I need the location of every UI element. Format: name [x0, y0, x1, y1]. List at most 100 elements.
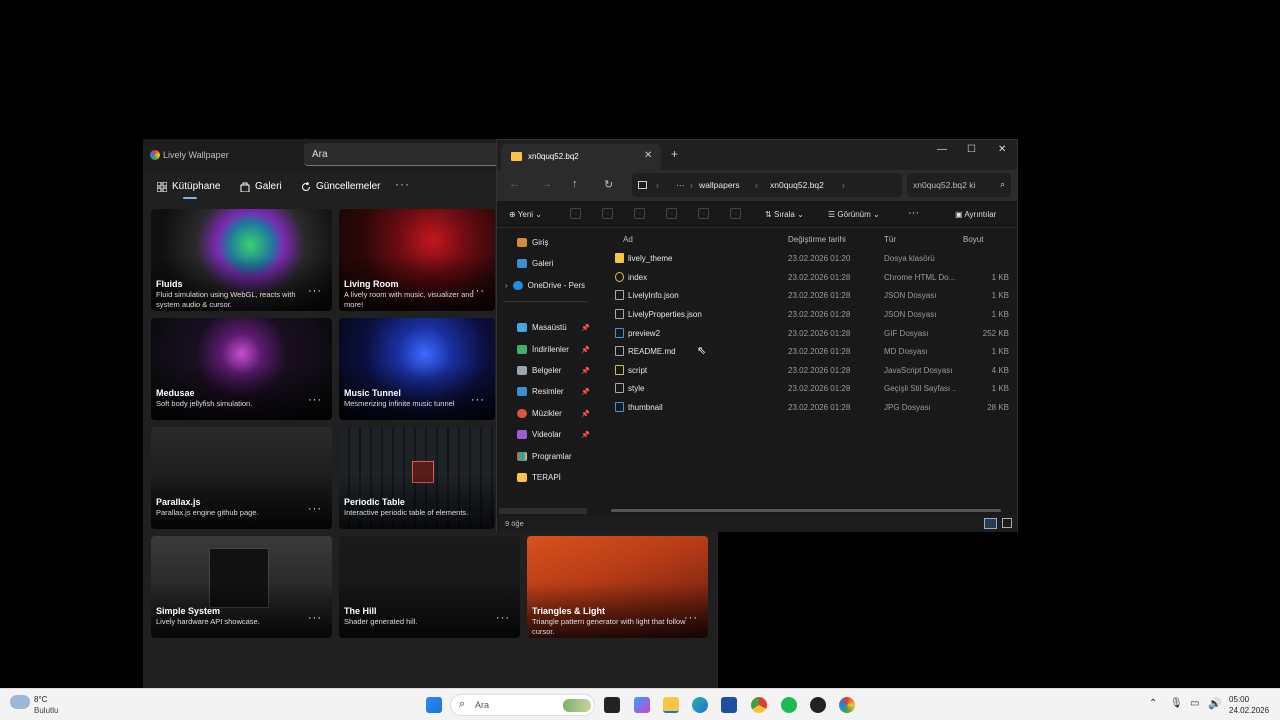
sidebar-scrollbar[interactable] — [499, 508, 587, 514]
lively-app-title: Lively Wallpaper — [163, 150, 229, 160]
tab-library[interactable]: Kütüphane — [157, 181, 220, 192]
view-button[interactable]: ☰ Görünüm ⌄ — [828, 210, 880, 219]
card-title: Music Tunnel — [344, 388, 401, 398]
breadcrumb-wallpapers[interactable]: wallpapers — [699, 180, 740, 190]
new-button[interactable]: ⊕ Yeni ⌄ — [509, 210, 542, 219]
more-options-button[interactable]: ··· — [908, 207, 919, 219]
chrome-icon[interactable] — [751, 697, 767, 713]
sidebar-item-gallery[interactable]: Galeri — [517, 259, 553, 268]
paste-icon — [634, 208, 645, 219]
refresh-icon — [302, 181, 310, 191]
desktop-icon — [517, 323, 527, 332]
file-row[interactable]: LivelyInfo.json 23.02.2026 01:28 JSON Dosy… — [599, 286, 1017, 304]
store-icon[interactable] — [721, 697, 737, 713]
file-row[interactable]: style 23.02.2026 01:28 Geçişli Stil Sayfas… — [599, 379, 1017, 397]
explorer-tab[interactable]: xn0quq52.bq2 ✕ — [501, 144, 661, 170]
breadcrumb-current[interactable]: xn0quq52.bq2 — [770, 180, 824, 190]
status-bar: 9 öğe — [497, 515, 1017, 532]
maximize-button[interactable]: ☐ — [967, 144, 976, 155]
tab-updates[interactable]: Güncellemeler — [301, 181, 380, 192]
video-icon — [517, 430, 527, 439]
address-bar[interactable]: › ··· › wallpapers › xn0quq52.bq2 › — [632, 173, 902, 197]
sidebar-item-downloads[interactable]: İndirilenler — [517, 345, 569, 354]
sidebar-item-terapi[interactable]: TERAPİ — [517, 473, 561, 482]
sidebar-item-documents[interactable]: Belgeler — [517, 366, 561, 375]
close-button[interactable]: ✕ — [998, 144, 1006, 155]
explorer-search-input[interactable]: xn0quq52.bq2 ki ⌕ — [907, 173, 1011, 197]
file-row[interactable]: lively_theme 23.02.2026 01:20 Dosya klasör… — [599, 249, 1017, 267]
sidebar-item-music[interactable]: Müzikler — [517, 409, 562, 418]
microphone-icon[interactable]: 🎙 — [1170, 698, 1183, 709]
sidebar-item-videos[interactable]: Videolar — [517, 430, 561, 439]
file-row[interactable]: thumbnail 23.02.2026 01:28 JPG Dosyası 28 K… — [599, 398, 1017, 416]
file-row[interactable]: preview2 23.02.2026 01:28 GIF Dosyası 252 K… — [599, 324, 1017, 342]
volume-icon[interactable]: 🔊 — [1208, 697, 1222, 710]
card-more-button[interactable]: ··· — [471, 394, 485, 406]
spotify-icon[interactable] — [781, 697, 797, 713]
clock-time[interactable]: 05:00 — [1229, 695, 1249, 704]
sidebar-item-onedrive[interactable]: › OneDrive - Pers — [505, 281, 585, 290]
minimize-button[interactable]: — — [937, 144, 947, 155]
weather-temp[interactable]: 8°C — [34, 695, 47, 704]
column-type[interactable]: Tür — [884, 235, 896, 244]
file-row[interactable]: README.md 23.02.2026 01:28 MD Dosyası 1 KB — [599, 342, 1017, 360]
taskbar: 8°C Bulutlu ⌕ Ara ⌃ 🎙 ▭ 🔊 05:00 24.02.20… — [0, 688, 1280, 720]
close-tab-icon[interactable]: ✕ — [644, 150, 652, 161]
card-more-button[interactable]: ··· — [684, 612, 698, 624]
up-button[interactable]: ↑ — [572, 178, 578, 190]
network-icon[interactable]: ▭ — [1190, 698, 1199, 709]
details-pane-button[interactable]: ▣ Ayrıntılar — [955, 210, 996, 219]
wallpaper-card[interactable]: Music Tunnel Mesmerizing infinite music … — [339, 318, 495, 420]
wallpaper-card[interactable]: Medusae Soft body jellyfish simulation. … — [151, 318, 332, 420]
sidebar-item-pictures[interactable]: Resimler — [517, 387, 564, 396]
wallpaper-card[interactable]: Parallax.js Parallax.js engine github pa… — [151, 427, 332, 529]
card-more-button[interactable]: ··· — [471, 285, 485, 297]
task-view-icon[interactable] — [604, 697, 620, 713]
chevron-up-icon[interactable]: ⌃ — [1149, 698, 1157, 709]
taskbar-search[interactable]: ⌕ Ara — [450, 694, 595, 716]
file-row[interactable]: index 23.02.2026 01:28 Chrome HTML Do... 1 … — [599, 268, 1017, 286]
file-row[interactable]: script 23.02.2026 01:28 JavaScript Dosyası… — [599, 361, 1017, 379]
column-name[interactable]: Ad — [623, 235, 633, 244]
card-more-button[interactable]: ··· — [496, 612, 510, 624]
wallpaper-card[interactable]: Simple System Lively hardware API showca… — [151, 536, 332, 638]
new-tab-button[interactable]: + — [671, 147, 678, 161]
sidebar-item-home[interactable]: Giriş — [517, 238, 548, 247]
file-row[interactable]: LivelyProperties.json 23.02.2026 01:28 JSO… — [599, 305, 1017, 323]
wallpaper-card[interactable]: Periodic Table Interactive periodic tabl… — [339, 427, 495, 529]
card-more-button[interactable]: ··· — [308, 285, 322, 297]
tiles-view-button[interactable] — [1002, 518, 1012, 528]
lively-search-input[interactable]: Ara — [304, 143, 504, 166]
edge-icon[interactable] — [692, 697, 708, 713]
sidebar-item-programs[interactable]: Programlar — [517, 452, 572, 461]
file-explorer-icon[interactable] — [663, 697, 679, 713]
card-more-button[interactable]: ··· — [308, 503, 322, 515]
column-size[interactable]: Boyut — [963, 235, 983, 244]
wallpaper-card[interactable]: The Hill Shader generated hill. ··· — [339, 536, 520, 638]
refresh-button[interactable]: ↻ — [604, 178, 613, 191]
details-view-button[interactable] — [984, 518, 997, 529]
mouse-cursor-icon: ⇖ — [697, 345, 707, 357]
file-icon — [615, 309, 624, 319]
start-button[interactable] — [426, 697, 442, 713]
tab-gallery[interactable]: Galeri — [240, 181, 282, 192]
card-more-button[interactable]: ··· — [308, 394, 322, 406]
horizontal-scrollbar[interactable] — [611, 509, 1001, 512]
column-date[interactable]: Değiştirme tarihi — [788, 235, 846, 244]
wallpaper-card[interactable]: Living Room A lively room with music, vi… — [339, 209, 495, 311]
search-icon: ⌕ — [459, 698, 466, 710]
wallpaper-card[interactable]: Fluids Fluid simulation using WebGL, rea… — [151, 209, 332, 311]
back-button[interactable]: ← — [509, 178, 520, 190]
card-more-button[interactable]: ··· — [308, 612, 322, 624]
lively-wallpaper-icon[interactable] — [839, 697, 855, 713]
sidebar-item-desktop[interactable]: Masaüstü — [517, 323, 567, 332]
copilot-icon[interactable] — [634, 697, 650, 713]
card-title: Simple System — [156, 606, 221, 616]
address-ellipsis[interactable]: ··· — [676, 180, 685, 190]
wallpaper-card[interactable]: Triangles & Light Triangle pattern gener… — [527, 536, 708, 638]
app-icon[interactable] — [810, 697, 826, 713]
sort-button[interactable]: ⇅ Sırala ⌄ — [765, 210, 804, 219]
chevron-right-icon: › — [505, 281, 508, 290]
nav-more-button[interactable]: ··· — [395, 177, 410, 191]
forward-button[interactable]: → — [541, 178, 552, 190]
